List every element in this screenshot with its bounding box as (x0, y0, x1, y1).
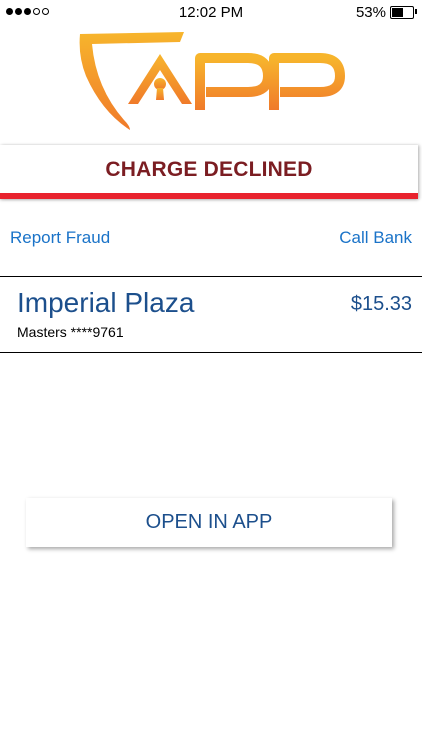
battery-icon (390, 6, 414, 19)
card-info: Masters ****9761 (17, 324, 124, 340)
status-bar: 12:02 PM 53% (0, 0, 422, 24)
alert-accent-bar (0, 193, 418, 199)
open-in-app-label: OPEN IN APP (145, 511, 273, 533)
transaction-amount: $15.33 (350, 293, 412, 315)
shield-keyhole-icon (79, 32, 200, 130)
open-in-app-button[interactable]: OPEN IN APP (26, 498, 392, 547)
battery-tip (415, 9, 417, 14)
merchant-name: Imperial Plaza (17, 287, 195, 318)
battery-level-fill (392, 8, 403, 17)
charge-declined-banner: CHARGE DECLINED (0, 145, 418, 199)
alert-title: CHARGE DECLINED (105, 158, 313, 181)
divider-top (0, 276, 422, 277)
report-fraud-link[interactable]: Report Fraud (10, 228, 110, 248)
app-logo (79, 32, 345, 130)
divider-bottom (0, 352, 422, 353)
logo-letters-pp (195, 53, 345, 110)
call-bank-link[interactable]: Call Bank (339, 228, 412, 248)
battery-percent: 53% (355, 4, 386, 21)
